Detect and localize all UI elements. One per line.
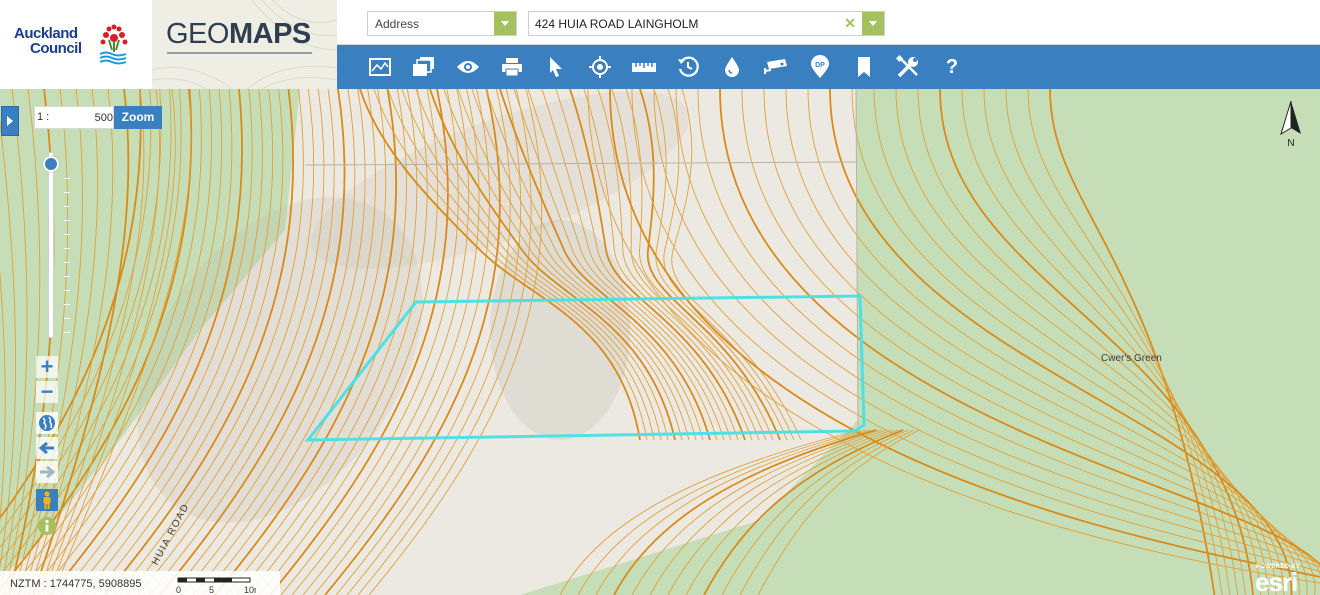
cctv-camera-icon (764, 59, 787, 74)
search-type-select[interactable]: Address (367, 11, 517, 36)
bookmark-button[interactable] (845, 45, 883, 89)
zoom-tick (64, 220, 70, 221)
app-title-panel: GEOMAPS (152, 0, 337, 89)
zoom-tick (64, 290, 70, 291)
app-title: GEOMAPS (166, 18, 311, 51)
bookmark-icon (858, 57, 870, 77)
zoom-slider[interactable] (40, 152, 70, 340)
map-layers-button[interactable] (361, 45, 399, 89)
zoom-tick (64, 304, 70, 305)
street-view-button[interactable] (36, 489, 58, 511)
esri-name: esri (1255, 567, 1298, 595)
zoom-tick (64, 234, 70, 235)
scalebar-label-10m: 10m (244, 585, 256, 594)
search-results-dropdown-button[interactable] (862, 12, 884, 35)
zoom-tick (64, 178, 70, 179)
zoom-tick (64, 276, 70, 277)
history-clock-icon (678, 56, 699, 77)
zoom-tick (64, 192, 70, 193)
arrow-right-icon (40, 466, 55, 478)
place-label: Cwer's Green (1101, 353, 1162, 364)
help-button[interactable]: ? (933, 45, 971, 89)
dp-marker-icon: DP (811, 55, 829, 78)
zoom-button[interactable]: Zoom (114, 106, 162, 129)
north-label: N (1287, 138, 1294, 148)
main-toolbar: DP ? (337, 45, 1320, 89)
map-view[interactable]: Cwer's Green HUIA ROAD (0, 0, 1320, 595)
search-type-value: Address (375, 17, 420, 31)
zoom-out-button[interactable]: − (36, 379, 58, 404)
water-drop-icon (725, 57, 739, 77)
water-button[interactable] (713, 45, 751, 89)
print-icon (502, 58, 522, 77)
locate-crosshair-icon (589, 56, 611, 78)
scale-input[interactable] (59, 110, 113, 125)
clear-search-button[interactable]: ✕ (844, 15, 856, 32)
locate-button[interactable] (581, 45, 619, 89)
geomaps-app: Cwer's Green HUIA ROAD Auckland Council (0, 0, 1320, 595)
zoom-in-button[interactable]: + (36, 354, 58, 379)
zoom-tick (64, 262, 70, 263)
north-arrow-icon: N (1280, 100, 1301, 148)
zoom-slider-handle[interactable] (43, 156, 59, 172)
scalebar-label-5: 5 (209, 585, 214, 594)
pegman-icon (43, 491, 51, 509)
arrow-left-icon (39, 442, 54, 454)
svg-text:DP: DP (815, 62, 825, 69)
side-panel-toggle[interactable] (1, 106, 19, 136)
zoom-tick (64, 332, 70, 333)
view-button[interactable] (449, 45, 487, 89)
search-type-dropdown-button[interactable] (494, 12, 516, 35)
auckland-council-logo: Auckland Council (14, 26, 82, 56)
logo-panel[interactable]: Auckland Council (0, 0, 152, 89)
header: Auckland Council GEOMAPS Address 424 HUI… (0, 0, 1320, 89)
zoom-tick (64, 248, 70, 249)
logo-line2: Council (30, 40, 82, 57)
map-canvas[interactable] (0, 0, 1320, 595)
basemap-icon (413, 57, 434, 76)
info-icon (38, 517, 56, 535)
select-pointer-icon (550, 57, 562, 77)
search-input-wrapper: ✕ (528, 11, 885, 36)
basemap-button[interactable] (405, 45, 443, 89)
tools-wrench-icon (896, 55, 918, 78)
coordinate-readout: NZTM : 1744775, 5908895 (10, 578, 142, 590)
tools-button[interactable] (889, 45, 927, 89)
full-extent-button[interactable] (36, 412, 58, 434)
coordinate-bar: NZTM : 1744775, 5908895 0 5 10m (0, 571, 280, 595)
cctv-button[interactable] (757, 45, 795, 89)
map-layers-icon (369, 58, 391, 76)
zoom-tick (64, 318, 70, 319)
globe-icon (39, 415, 55, 431)
scale-box: 1 : (34, 106, 114, 129)
search-input[interactable] (535, 15, 825, 32)
scale-bar: 0 5 10m (176, 577, 256, 594)
esri-logo: POWERED BY esri (1254, 563, 1316, 595)
dp-button[interactable]: DP (801, 45, 839, 89)
history-button[interactable] (669, 45, 707, 89)
info-button[interactable] (36, 515, 58, 537)
previous-extent-button[interactable] (36, 437, 58, 459)
app-title-part2: MAPS (228, 18, 311, 50)
zoom-slider-track[interactable] (48, 152, 54, 338)
next-extent-button[interactable] (36, 461, 58, 483)
select-button[interactable] (537, 45, 575, 89)
measure-button[interactable] (625, 45, 663, 89)
logo-line1: Auckland (14, 25, 78, 42)
help-icon: ? (945, 55, 959, 78)
zoom-tick (64, 206, 70, 207)
search-bar: Address ✕ (337, 0, 1320, 45)
scalebar-label-0: 0 (176, 585, 181, 594)
print-button[interactable] (493, 45, 531, 89)
app-title-part1: GEO (166, 18, 229, 50)
pohutukawa-flower-icon (99, 24, 128, 65)
measure-ruler-icon (632, 63, 656, 72)
scale-prefix: 1 : (37, 111, 50, 123)
view-eye-icon (457, 61, 479, 73)
title-underline (167, 52, 312, 54)
